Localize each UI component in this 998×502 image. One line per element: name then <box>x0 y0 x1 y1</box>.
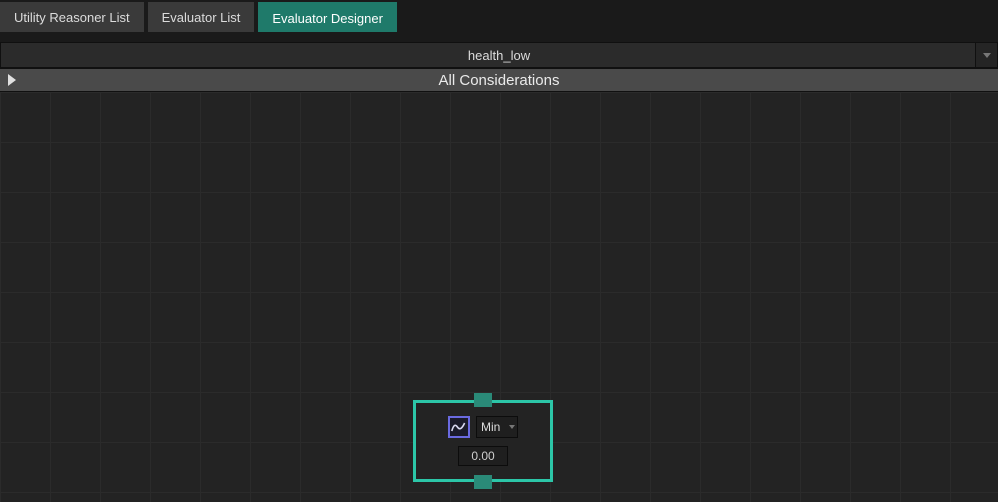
chevron-down-icon <box>983 53 991 58</box>
considerations-header-label: All Considerations <box>0 72 998 89</box>
tab-utility-reasoner-list[interactable]: Utility Reasoner List <box>0 2 144 32</box>
tab-evaluator-designer[interactable]: Evaluator Designer <box>258 2 397 32</box>
evaluator-selector-dropdown[interactable]: health_low <box>0 42 998 68</box>
evaluator-selector-value: health_low <box>468 48 530 63</box>
tab-strip: Utility Reasoner List Evaluator List Eva… <box>0 0 998 32</box>
evaluator-selector-arrow[interactable] <box>975 43 997 67</box>
graph-canvas[interactable]: Min 0.00 <box>0 92 998 502</box>
aggregation-mode-select[interactable]: Min <box>476 416 518 438</box>
curve-icon[interactable] <box>448 416 470 438</box>
considerations-header[interactable]: All Considerations <box>0 68 998 92</box>
node-input-port[interactable] <box>474 393 492 407</box>
tab-label: Utility Reasoner List <box>14 10 130 25</box>
node-value-field[interactable]: 0.00 <box>458 446 508 466</box>
evaluator-designer-view: Utility Reasoner List Evaluator List Eva… <box>0 0 998 502</box>
tab-label: Evaluator List <box>162 10 241 25</box>
tab-evaluator-list[interactable]: Evaluator List <box>148 2 255 32</box>
tab-label: Evaluator Designer <box>272 11 383 26</box>
node-header-row: Min <box>448 416 518 438</box>
wave-icon <box>451 421 467 433</box>
aggregation-mode-value: Min <box>481 420 500 434</box>
chevron-down-icon <box>509 425 515 429</box>
evaluator-selector-row: health_low <box>0 42 998 68</box>
node-output-port[interactable] <box>474 475 492 489</box>
consideration-node[interactable]: Min 0.00 <box>413 400 553 482</box>
